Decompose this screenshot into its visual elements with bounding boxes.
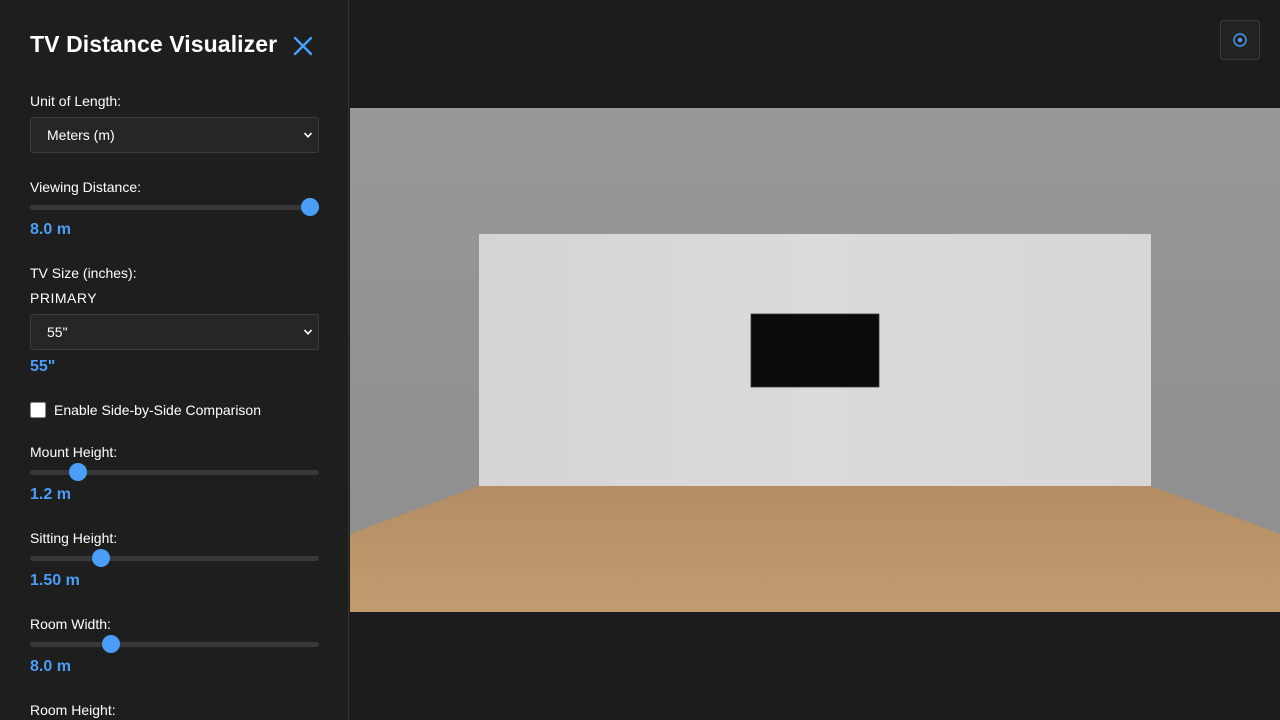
tv-size-value: 55" xyxy=(30,358,56,375)
mount-height-slider[interactable] xyxy=(30,462,319,482)
comparison-label[interactable]: Enable Side-by-Side Comparison xyxy=(54,402,261,418)
unit-label: Unit of Length: xyxy=(30,93,122,109)
slider-track xyxy=(30,642,319,647)
tv-screen[interactable] xyxy=(750,313,880,388)
mount-height-label: Mount Height: xyxy=(30,444,118,460)
mount-height-value: 1.2 m xyxy=(30,486,71,503)
chevron-down-icon xyxy=(303,329,313,335)
tv-size-label: TV Size (inches): xyxy=(30,265,137,281)
target-icon xyxy=(1233,33,1247,47)
slider-track xyxy=(30,556,319,561)
viewing-distance-slider[interactable] xyxy=(30,197,319,217)
slider-thumb[interactable] xyxy=(69,463,88,481)
viewing-distance-label: Viewing Distance: xyxy=(30,179,142,195)
room-width-label: Room Width: xyxy=(30,616,111,632)
room-scene[interactable] xyxy=(350,108,1280,612)
slider-thumb[interactable] xyxy=(92,549,111,567)
primary-label: PRIMARY xyxy=(30,290,98,306)
slider-thumb[interactable] xyxy=(102,635,121,653)
sitting-height-label: Sitting Height: xyxy=(30,530,118,546)
settings-panel: TV Distance Visualizer Unit of Length: M… xyxy=(0,0,349,720)
tv-size-select[interactable]: 55" xyxy=(30,314,319,350)
room-width-slider[interactable] xyxy=(30,634,319,654)
viewing-distance-value: 8.0 m xyxy=(30,221,71,238)
sitting-height-slider[interactable] xyxy=(30,548,319,568)
tv-size-selected-value: 55" xyxy=(47,324,68,340)
3d-viewport[interactable] xyxy=(350,0,1280,720)
panel-title: TV Distance Visualizer xyxy=(30,31,278,57)
unit-selected-value: Meters (m) xyxy=(47,127,115,143)
slider-track xyxy=(30,205,319,210)
room-height-label: Room Height: xyxy=(30,702,116,718)
comparison-checkbox[interactable] xyxy=(30,402,46,418)
chevron-down-icon xyxy=(303,132,313,138)
close-button[interactable] xyxy=(291,34,315,58)
unit-select[interactable]: Meters (m) xyxy=(30,117,319,153)
sitting-height-value: 1.50 m xyxy=(30,572,80,589)
room-width-value: 8.0 m xyxy=(30,658,71,675)
reset-view-button[interactable] xyxy=(1220,20,1260,60)
slider-thumb[interactable] xyxy=(301,198,319,216)
floor xyxy=(350,486,1280,612)
close-icon xyxy=(293,36,313,56)
